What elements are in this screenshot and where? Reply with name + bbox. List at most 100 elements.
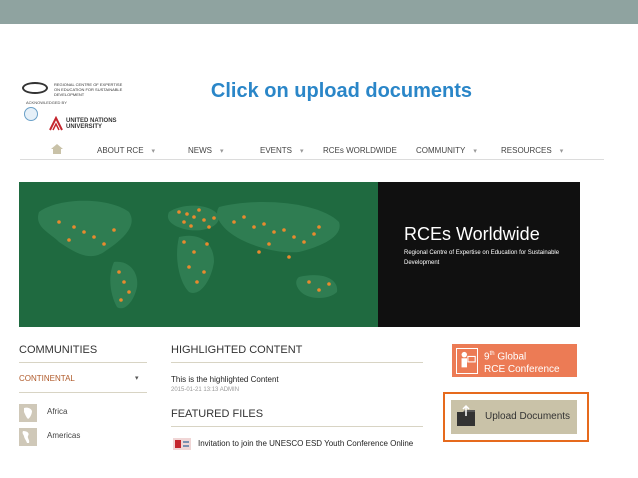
region-label-americas: Americas: [47, 431, 81, 440]
unu-logo-icon: [49, 116, 63, 131]
un-emblem-icon: [24, 107, 38, 121]
africa-map-icon: [19, 404, 37, 422]
home-icon[interactable]: [50, 143, 64, 155]
global-rce-conference-button[interactable]: 9th Global RCE Conference: [452, 344, 577, 377]
rce-location-dot: [257, 250, 261, 254]
upload-documents-button[interactable]: Upload Documents: [451, 400, 577, 434]
highlighted-divider: [171, 362, 423, 363]
rce-location-dot: [192, 215, 196, 219]
continental-filter[interactable]: CONTINENTAL: [19, 374, 75, 383]
rce-location-dot: [317, 288, 321, 292]
rce-location-dot: [232, 220, 236, 224]
main-nav: ABOUT RCE ▾ NEWS ▾ EVENTS ▾ RCEs WORLDWIDE COMM…: [20, 142, 604, 160]
filter-divider: [19, 392, 147, 393]
chevron-down-icon: ▾: [151, 148, 156, 155]
world-map-svg: [38, 200, 340, 309]
rce-location-dot: [182, 240, 186, 244]
featured-file-item[interactable]: Invitation to join the UNESCO ESD Youth …: [171, 436, 431, 452]
nav-item-label: EVENTS: [260, 146, 293, 155]
hero-banner: RCEs Worldwide Regional Centre of Expert…: [19, 182, 580, 327]
conference-label: 9th Global RCE Conference: [484, 348, 560, 376]
rce-location-dot: [292, 235, 296, 239]
rce-location-dot: [272, 230, 276, 234]
rce-location-dot: [112, 228, 116, 232]
nav-item-label: RESOURCES: [501, 146, 552, 155]
rce-location-dot: [192, 250, 196, 254]
rce-location-dot: [117, 270, 121, 274]
highlighted-date: 2015-01-21 13:13: [171, 387, 219, 393]
nav-item-label: COMMUNITY: [416, 146, 466, 155]
folder-upload-icon: [457, 404, 475, 426]
rce-location-dot: [72, 225, 76, 229]
rce-location-dot: [202, 218, 206, 222]
rce-location-dot: [57, 220, 61, 224]
rce-location-dot: [207, 225, 211, 229]
rce-location-dot: [205, 242, 209, 246]
nav-item-rces-worldwide[interactable]: RCEs WORLDWIDE: [323, 146, 397, 155]
presenter-icon: [456, 348, 478, 374]
nav-item-events[interactable]: EVENTS ▾: [260, 146, 304, 155]
rce-location-dot: [82, 230, 86, 234]
chevron-down-icon: ▾: [559, 148, 564, 155]
highlighted-text[interactable]: This is the highlighted Content: [171, 375, 279, 384]
rce-location-dot: [182, 220, 186, 224]
rce-location-dot: [127, 290, 131, 294]
region-item-americas[interactable]: Americas: [19, 428, 139, 446]
rce-location-dot: [317, 225, 321, 229]
chevron-down-icon: ▾: [220, 148, 224, 155]
rce-location-dot: [197, 208, 201, 212]
nav-item-about-rce[interactable]: ABOUT RCE ▾: [97, 146, 155, 155]
unu-logo-text: UNITED NATIONS UNIVERSITY: [66, 118, 117, 130]
rce-location-dot: [102, 242, 106, 246]
rce-location-dot: [185, 212, 189, 216]
nav-item-resources[interactable]: RESOURCES ▾: [501, 146, 563, 155]
rce-location-dot: [302, 240, 306, 244]
file-thumbnail-icon: [173, 438, 191, 450]
rce-location-dot: [67, 238, 71, 242]
featured-file-title: Invitation to join the UNESCO ESD Youth …: [198, 439, 414, 448]
rce-location-dot: [327, 282, 331, 286]
world-map: [19, 182, 378, 327]
rce-location-dot: [92, 235, 96, 239]
upload-documents-label: Upload Documents: [485, 411, 571, 422]
rce-location-dot: [252, 225, 256, 229]
americas-map-icon: [19, 428, 37, 446]
banner-subtitle: Regional Centre of Expertise on Educatio…: [404, 250, 560, 266]
rce-location-dot: [119, 298, 123, 302]
nav-item-label: RCEs WORLDWIDE: [323, 146, 397, 155]
rce-location-dot: [202, 270, 206, 274]
chevron-down-icon[interactable]: ▾: [135, 374, 139, 382]
featured-heading: FEATURED FILES: [171, 408, 264, 420]
chevron-down-icon: ▾: [300, 148, 304, 155]
rce-location-dot: [212, 216, 216, 220]
rce-location-dot: [312, 232, 316, 236]
rce-location-dot: [287, 255, 291, 259]
top-bar: [0, 0, 638, 24]
highlighted-heading: HIGHLIGHTED CONTENT: [171, 344, 303, 356]
banner-title: RCEs Worldwide: [404, 224, 540, 244]
highlighted-meta: 2015-01-21 13:13 ADMIN: [171, 387, 239, 393]
conference-line1: Global: [494, 351, 527, 363]
region-label-africa: Africa: [47, 407, 68, 416]
communities-divider: [19, 362, 147, 363]
rce-location-dot: [187, 265, 191, 269]
nav-item-label: NEWS: [188, 146, 212, 155]
nav-item-news[interactable]: NEWS ▾: [188, 146, 224, 155]
rce-location-dot: [195, 280, 199, 284]
rce-location-dot: [189, 224, 193, 228]
communities-heading: COMMUNITIES: [19, 344, 98, 356]
featured-divider: [171, 426, 423, 427]
conference-line2: RCE Conference: [484, 364, 560, 376]
banner-text-panel: RCEs Worldwide Regional Centre of Expert…: [378, 182, 580, 327]
highlighted-author: ADMIN: [219, 387, 240, 393]
chevron-down-icon: ▾: [473, 148, 477, 155]
slide-title: Click on upload documents: [210, 80, 473, 102]
nav-item-label: ABOUT RCE: [97, 146, 144, 155]
rce-location-dot: [267, 242, 271, 246]
rce-location-dot: [307, 280, 311, 284]
rce-location-dot: [262, 222, 266, 226]
region-item-africa[interactable]: Africa: [19, 404, 139, 422]
nav-item-community[interactable]: COMMUNITY ▾: [416, 146, 477, 155]
rce-location-dot: [122, 280, 126, 284]
rce-location-dot: [242, 215, 246, 219]
